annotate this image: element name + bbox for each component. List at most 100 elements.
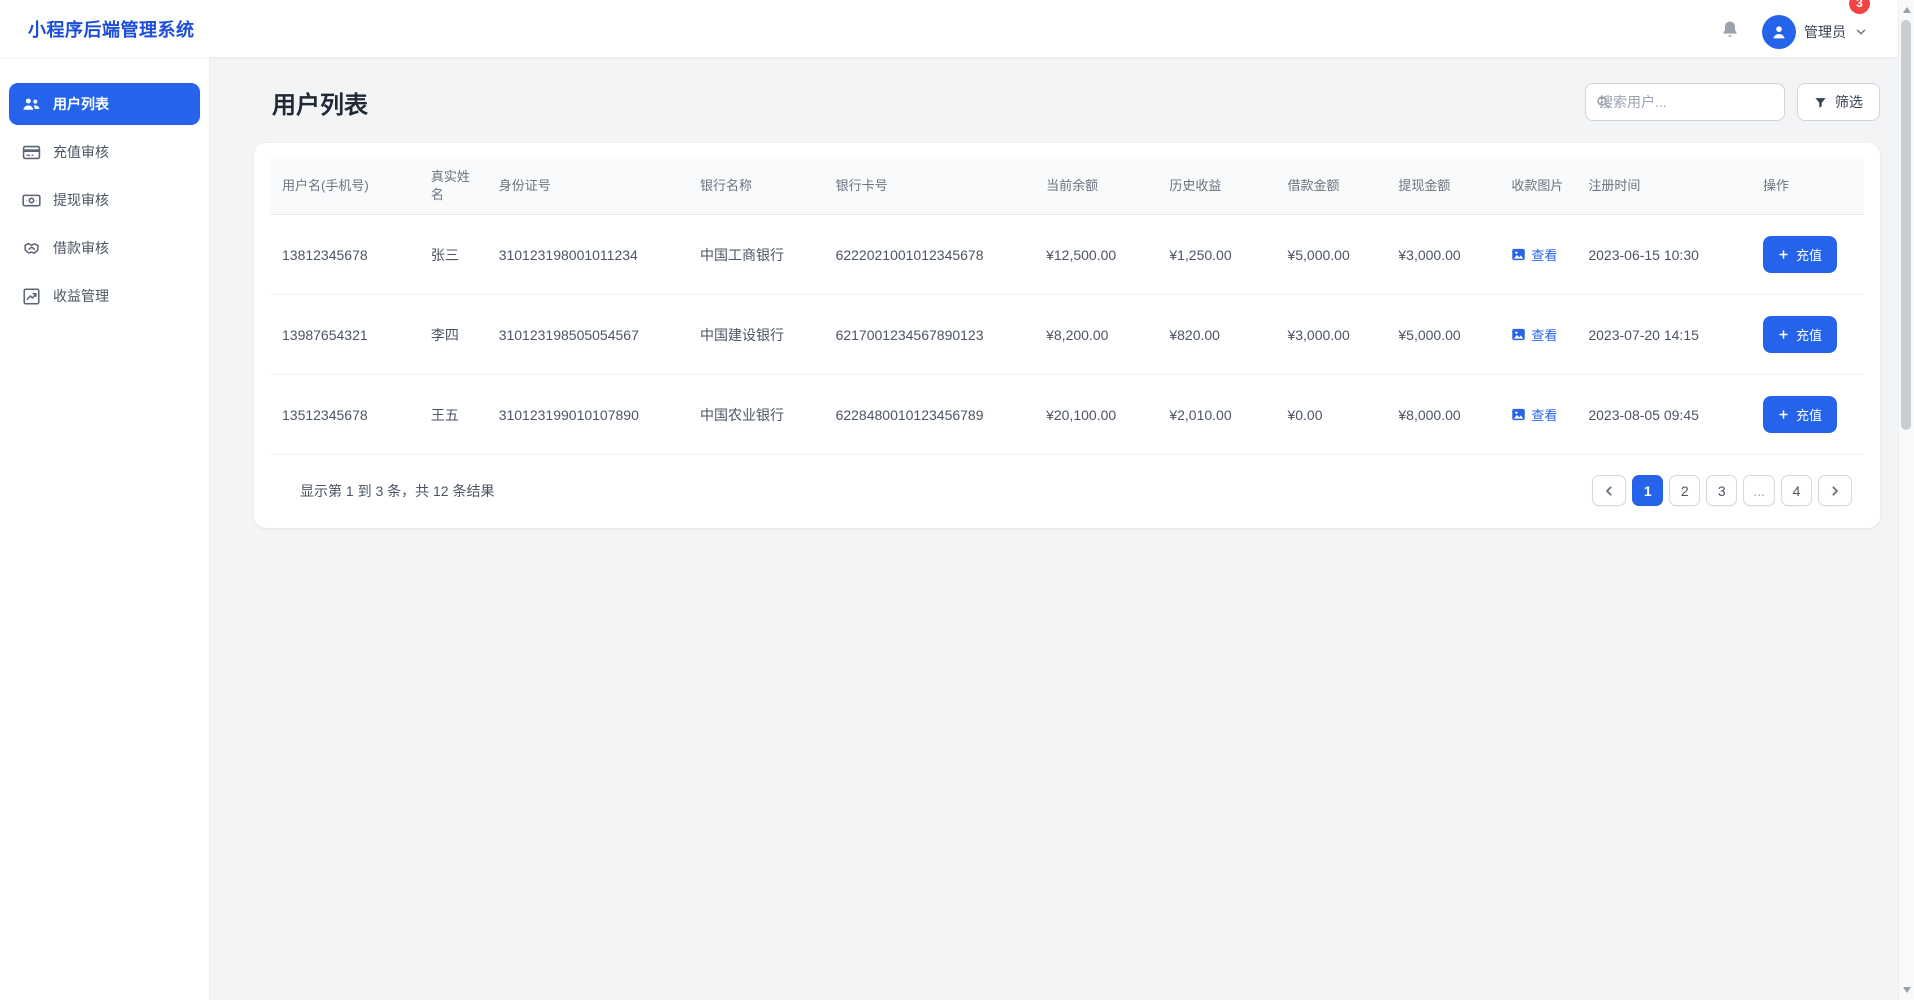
chevron-down-icon <box>1854 25 1868 39</box>
cell-name: 李四 <box>419 295 487 375</box>
plus-icon <box>1778 249 1789 260</box>
column-header: 注册时间 <box>1576 157 1751 215</box>
column-header: 当前余额 <box>1034 157 1157 215</box>
recharge-button[interactable]: 充值 <box>1763 396 1837 433</box>
page-actions: 筛选 <box>1585 83 1880 121</box>
page-title: 用户列表 <box>272 85 368 120</box>
cell-action: 充值 <box>1751 375 1864 455</box>
pagination-prev-button[interactable] <box>1592 475 1626 506</box>
cell-action: 充值 <box>1751 215 1864 295</box>
view-link-label: 查看 <box>1531 405 1557 424</box>
column-header: 提现金额 <box>1386 157 1499 215</box>
user-name: 管理员 <box>1804 22 1846 42</box>
sidebar-item-recharge[interactable]: 充值审核 <box>9 131 200 173</box>
cell-name: 王五 <box>419 375 487 455</box>
pagination-page-2[interactable]: 2 <box>1669 475 1700 506</box>
view-receipt-link[interactable]: 查看 <box>1511 325 1557 344</box>
view-receipt-link[interactable]: 查看 <box>1511 405 1557 424</box>
app-title: 小程序后端管理系统 <box>28 16 195 42</box>
plus-icon <box>1778 329 1789 340</box>
recharge-button[interactable]: 充值 <box>1763 316 1837 353</box>
cell-history-profit: ¥820.00 <box>1157 295 1275 375</box>
sidebar-item-label: 收益管理 <box>53 286 109 306</box>
filter-button[interactable]: 筛选 <box>1797 83 1880 121</box>
cell-id-number: 310123199010107890 <box>487 375 688 455</box>
sidebar-item-users[interactable]: 用户列表 <box>9 83 200 125</box>
cell-bank-name: 中国建设银行 <box>688 295 824 375</box>
pagination-page-3[interactable]: 3 <box>1706 475 1737 506</box>
cell-phone: 13812345678 <box>270 215 419 295</box>
sidebar-item-withdraw[interactable]: 提现审核 <box>9 179 200 221</box>
recharge-button-label: 充值 <box>1796 325 1822 344</box>
image-icon <box>1511 247 1526 262</box>
pagination-page-4[interactable]: 4 <box>1781 475 1812 506</box>
table-row: 13512345678王五310123199010107890中国农业银行622… <box>270 375 1864 455</box>
scroll-up-icon[interactable] <box>1899 2 1914 18</box>
cell-receipt-image: 查看 <box>1499 215 1576 295</box>
topbar-right: 3 管理员 <box>1720 9 1868 49</box>
cell-bank-card: 6217001234567890123 <box>824 295 1035 375</box>
bell-icon[interactable] <box>1720 19 1740 39</box>
cell-withdraw-amount: ¥5,000.00 <box>1386 295 1499 375</box>
column-header: 用户名(手机号) <box>270 157 419 215</box>
cell-register-time: 2023-06-15 10:30 <box>1576 215 1751 295</box>
scroll-down-icon[interactable] <box>1899 982 1914 998</box>
search-icon <box>1595 94 1611 110</box>
cell-bank-card: 6222021001012345678 <box>824 215 1035 295</box>
column-header: 收款图片 <box>1499 157 1576 215</box>
sidebar-item-label: 充值审核 <box>53 142 109 162</box>
cell-history-profit: ¥2,010.00 <box>1157 375 1275 455</box>
sidebar-item-label: 借款审核 <box>53 238 109 258</box>
pagination-page-1[interactable]: 1 <box>1632 475 1663 506</box>
page-header: 用户列表 筛选 <box>210 57 1898 143</box>
table-row: 13987654321李四310123198505054567中国建设银行621… <box>270 295 1864 375</box>
user-table-card: 用户名(手机号)真实姓名身份证号银行名称银行卡号当前余额历史收益借款金额提现金额… <box>254 143 1880 528</box>
handshake-icon <box>22 239 41 258</box>
column-header: 真实姓名 <box>419 157 487 215</box>
notification-badge: 3 <box>1849 0 1870 14</box>
recharge-button-label: 充值 <box>1796 405 1822 424</box>
plus-icon <box>1778 409 1789 420</box>
search-input[interactable] <box>1585 83 1785 121</box>
image-icon <box>1511 327 1526 342</box>
recharge-button-label: 充值 <box>1796 245 1822 264</box>
pagination-next-button[interactable] <box>1818 475 1852 506</box>
cell-withdraw-amount: ¥3,000.00 <box>1386 215 1499 295</box>
sidebar-item-label: 用户列表 <box>53 94 109 114</box>
cell-receipt-image: 查看 <box>1499 375 1576 455</box>
column-header: 银行名称 <box>688 157 824 215</box>
cell-loan-amount: ¥3,000.00 <box>1275 295 1386 375</box>
results-summary: 显示第 1 到 3 条，共 12 条结果 <box>300 481 494 501</box>
pagination: 123...4 <box>1592 475 1852 506</box>
chevron-right-icon <box>1828 484 1842 498</box>
filter-icon <box>1814 96 1827 109</box>
cell-name: 张三 <box>419 215 487 295</box>
column-header: 身份证号 <box>487 157 688 215</box>
table-body: 13812345678张三310123198001011234中国工商银行622… <box>270 215 1864 455</box>
avatar-user-icon <box>1769 22 1789 42</box>
sidebar-item-profit[interactable]: 收益管理 <box>9 275 200 317</box>
vertical-scrollbar[interactable] <box>1898 0 1914 1000</box>
column-header: 历史收益 <box>1157 157 1275 215</box>
sidebar-item-label: 提现审核 <box>53 190 109 210</box>
image-icon <box>1511 407 1526 422</box>
main-content: 用户列表 筛选 用户名(手机号)真实姓名身份证号银行名称 <box>210 57 1898 1000</box>
sidebar-item-loan[interactable]: 借款审核 <box>9 227 200 269</box>
cell-phone: 13512345678 <box>270 375 419 455</box>
money-bill-icon <box>22 191 41 210</box>
table-row: 13812345678张三310123198001011234中国工商银行622… <box>270 215 1864 295</box>
scrollbar-thumb[interactable] <box>1901 20 1911 430</box>
sidebar: 用户列表充值审核提现审核借款审核收益管理 <box>0 57 210 1000</box>
chart-line-icon <box>22 287 41 306</box>
view-receipt-link[interactable]: 查看 <box>1511 245 1557 264</box>
avatar[interactable] <box>1762 15 1796 49</box>
cell-balance: ¥20,100.00 <box>1034 375 1157 455</box>
credit-card-icon <box>22 143 41 162</box>
user-table: 用户名(手机号)真实姓名身份证号银行名称银行卡号当前余额历史收益借款金额提现金额… <box>270 157 1864 455</box>
user-menu[interactable]: 3 管理员 <box>1762 9 1868 49</box>
cell-bank-name: 中国工商银行 <box>688 215 824 295</box>
table-footer: 显示第 1 到 3 条，共 12 条结果 123...4 <box>270 455 1864 514</box>
cell-balance: ¥8,200.00 <box>1034 295 1157 375</box>
cell-action: 充值 <box>1751 295 1864 375</box>
recharge-button[interactable]: 充值 <box>1763 236 1837 273</box>
